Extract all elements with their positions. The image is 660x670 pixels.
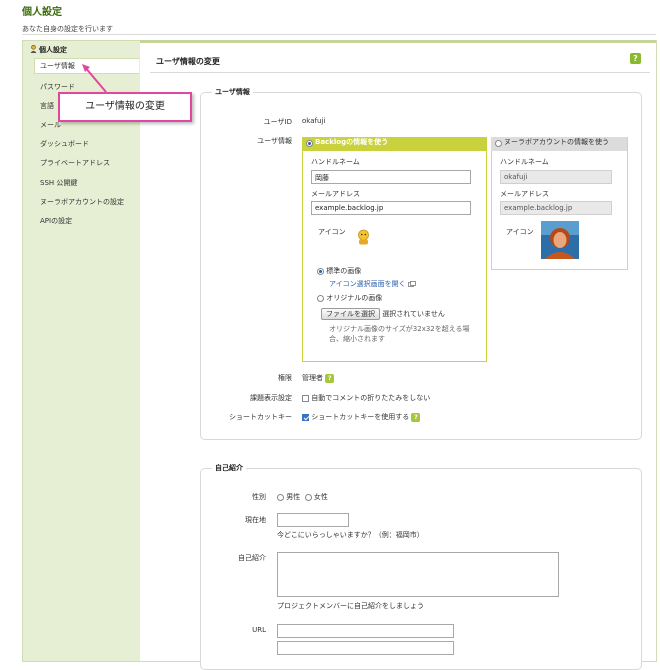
- userinfo-label: ユーザ情報: [257, 137, 292, 145]
- shortcut-label: ショートカットキー: [229, 413, 292, 421]
- help-icon[interactable]: ?: [630, 53, 641, 64]
- file-select-button[interactable]: ファイルを選択: [321, 308, 380, 320]
- shortcut-text: ショートカットキーを使用する: [311, 413, 410, 421]
- profile-legend: 自己紹介: [212, 463, 246, 473]
- nulab-avatar-photo: [541, 221, 579, 259]
- intro-hint: プロジェクトメンバーに自己紹介をしましょう: [277, 602, 424, 610]
- userid-label: ユーザID: [263, 118, 292, 126]
- collapse-comment-checkbox[interactable]: [302, 394, 309, 402]
- shortcut-help-icon[interactable]: ?: [411, 413, 421, 422]
- main-top-bar: [140, 40, 656, 43]
- default-avatar-icon: [356, 229, 371, 245]
- url-input-1[interactable]: [277, 624, 454, 638]
- female-radio[interactable]: [304, 493, 312, 501]
- shortcut-option[interactable]: ショートカットキーを使用する ?: [302, 412, 421, 422]
- open-icon-link-label: アイコン選択画面を開く: [329, 280, 406, 288]
- intro-textarea[interactable]: [277, 552, 559, 597]
- location-hint: 今どこにいらっしゃいますか？（例：福岡市）: [277, 531, 424, 539]
- url-input-2[interactable]: [277, 641, 454, 655]
- female-label: 女性: [313, 493, 328, 501]
- sidebar-item-api[interactable]: APIの設定: [40, 216, 72, 226]
- userid-value: okafuji: [302, 117, 326, 125]
- nulab-mail-label: メールアドレス: [500, 190, 549, 198]
- backlog-option-label: Backlogの情報を使う: [315, 138, 389, 146]
- image-note-line1: オリジナル画像のサイズが32x32を超える場: [329, 325, 470, 333]
- nulab-option-label: ヌーラボアカウントの情報を使う: [504, 138, 609, 146]
- gender-label: 性別: [252, 493, 266, 501]
- backlog-info-radio[interactable]: [306, 140, 313, 147]
- location-input[interactable]: [277, 513, 349, 527]
- sidebar-item-user-info[interactable]: ユーザ情報: [40, 61, 75, 71]
- sidebar-item-ssh-key[interactable]: SSH 公開鍵: [40, 178, 77, 188]
- role-row: 管理者 ?: [302, 373, 335, 383]
- sidebar-item-nulab-account[interactable]: ヌーラボアカウントの設定: [40, 197, 124, 207]
- orig-image-radio[interactable]: [317, 294, 324, 302]
- file-chooser: ファイルを選択 選択されていません: [321, 308, 445, 320]
- handle-input[interactable]: 岡藤: [311, 170, 471, 184]
- role-help-icon[interactable]: ?: [325, 374, 335, 383]
- user-icon: [30, 44, 37, 53]
- sidebar-item-private-address[interactable]: プライベートアドレス: [40, 158, 110, 168]
- male-label: 男性: [286, 493, 301, 501]
- orig-image-option[interactable]: オリジナルの画像: [317, 293, 382, 303]
- backlog-panel-header[interactable]: Backlogの情報を使う: [302, 137, 486, 151]
- sidebar-header: 個人設定: [30, 44, 67, 55]
- section-divider: [150, 72, 650, 73]
- sidebar: [22, 40, 142, 662]
- role-value: 管理者: [302, 374, 323, 382]
- sidebar-item-dashboard[interactable]: ダッシュボード: [40, 139, 89, 149]
- male-radio[interactable]: [277, 493, 284, 501]
- std-image-option[interactable]: 標準の画像: [317, 266, 361, 276]
- location-label: 現在地: [245, 516, 266, 524]
- intro-label: 自己紹介: [238, 554, 266, 562]
- display-setting-option[interactable]: 自動でコメントの折りたたみをしない: [302, 393, 430, 403]
- url-label: URL: [252, 626, 266, 634]
- display-setting-text: 自動でコメントの折りたたみをしない: [311, 394, 431, 402]
- title-divider: [22, 34, 656, 35]
- role-label: 権限: [278, 374, 292, 382]
- gender-options: 男性 女性: [277, 492, 328, 502]
- nulab-handle-label: ハンドルネーム: [500, 158, 549, 166]
- open-icon-link[interactable]: アイコン選択画面を開く: [329, 279, 416, 289]
- image-note-line2: 合、縮小されます: [329, 335, 385, 343]
- display-setting-label: 課題表示設定: [250, 394, 292, 402]
- mail-input[interactable]: example.backlog.jp: [311, 201, 471, 215]
- nulab-info-radio[interactable]: [495, 140, 502, 147]
- handle-label: ハンドルネーム: [311, 158, 360, 166]
- page-subtitle: あなた自身の設定を行います: [22, 25, 113, 33]
- sidebar-item-language[interactable]: 言語: [40, 101, 54, 111]
- user-info-legend: ユーザ情報: [212, 87, 253, 97]
- external-window-icon: [408, 281, 416, 287]
- nulab-handle-input: okafuji: [500, 170, 612, 184]
- std-image-radio[interactable]: [317, 267, 324, 275]
- shortcut-checkbox[interactable]: [302, 413, 309, 421]
- callout-box: ユーザ情報の変更: [58, 92, 192, 122]
- callout-arrow: [80, 62, 120, 96]
- sidebar-header-label: 個人設定: [39, 46, 67, 54]
- nulab-panel-header[interactable]: ヌーラボアカウントの情報を使う: [491, 137, 627, 151]
- sidebar-item-password[interactable]: パスワード: [40, 82, 75, 92]
- std-image-label: 標準の画像: [326, 267, 362, 275]
- file-status: 選択されていません: [382, 310, 445, 318]
- section-title: ユーザ情報の変更: [156, 57, 220, 66]
- page-title: 個人設定: [22, 7, 62, 18]
- icon-label: アイコン: [318, 228, 346, 236]
- nulab-mail-input: example.backlog.jp: [500, 201, 612, 215]
- orig-image-label: オリジナルの画像: [326, 294, 383, 302]
- nulab-icon-label: アイコン: [506, 228, 534, 236]
- mail-label: メールアドレス: [311, 190, 360, 198]
